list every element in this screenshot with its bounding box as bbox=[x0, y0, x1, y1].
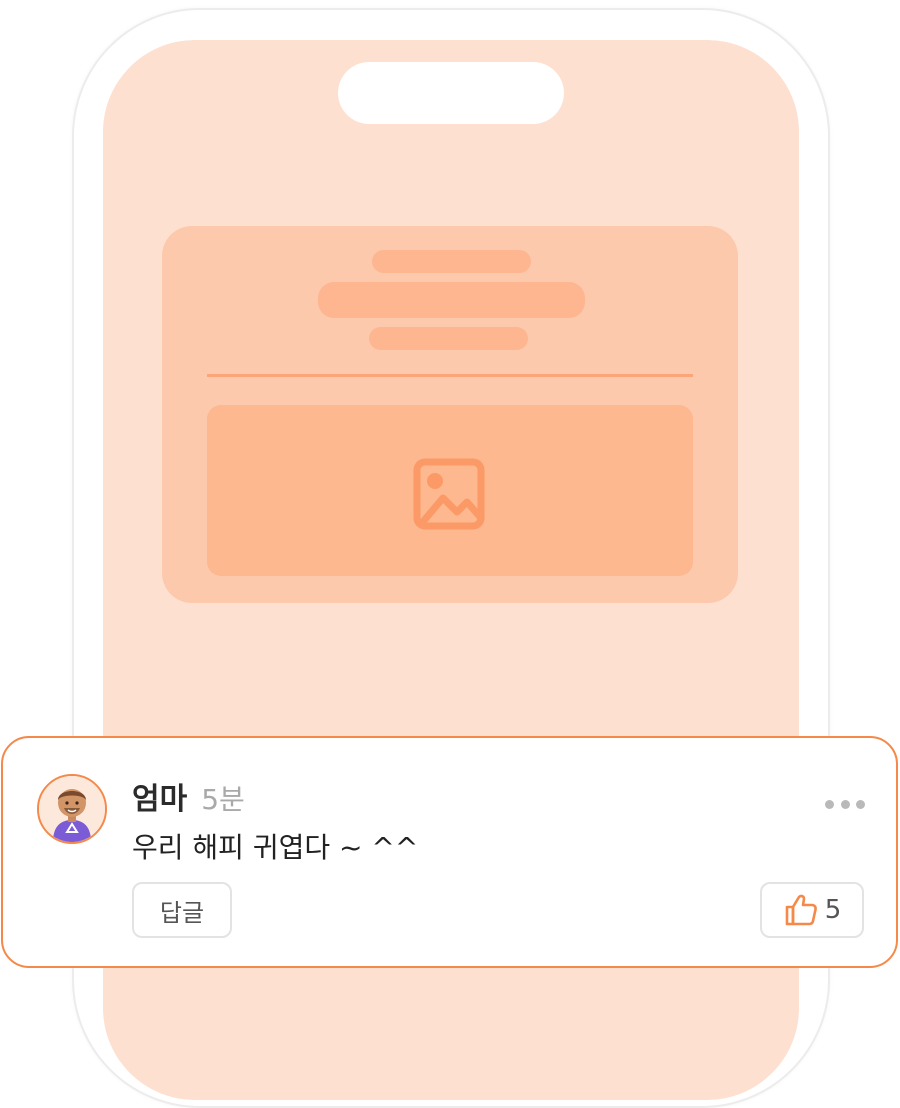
skeleton-image-placeholder bbox=[207, 405, 693, 576]
reply-button[interactable]: 답글 bbox=[132, 882, 232, 938]
comment-text: 우리 해피 귀엽다 ~ ^^ bbox=[132, 831, 419, 864]
skeleton-subtitle-line bbox=[369, 327, 528, 350]
comment-header: 엄마 5분 bbox=[132, 774, 245, 818]
avatar-illustration bbox=[39, 776, 105, 842]
comment-author[interactable]: 엄마 bbox=[132, 774, 187, 818]
reply-button-label: 답글 bbox=[159, 898, 205, 927]
like-count: 5 bbox=[824, 895, 842, 925]
skeleton-post-card bbox=[162, 226, 738, 603]
skeleton-title-line bbox=[372, 250, 531, 273]
user-avatar[interactable] bbox=[37, 774, 107, 844]
image-placeholder-icon bbox=[413, 458, 485, 530]
thumbs-up-icon bbox=[785, 894, 817, 926]
comment-card: 엄마 5분 우리 해피 귀엽다 ~ ^^ 답글 5 bbox=[1, 736, 898, 968]
more-dot bbox=[840, 799, 850, 809]
skeleton-divider bbox=[207, 374, 693, 377]
phone-notch bbox=[338, 62, 564, 124]
more-horizontal-icon bbox=[825, 799, 834, 809]
more-dot bbox=[856, 799, 865, 809]
like-button[interactable]: 5 bbox=[760, 882, 864, 938]
skeleton-heading-line bbox=[318, 282, 585, 318]
more-options-button[interactable] bbox=[825, 794, 865, 814]
comment-time: 5분 bbox=[201, 783, 245, 816]
